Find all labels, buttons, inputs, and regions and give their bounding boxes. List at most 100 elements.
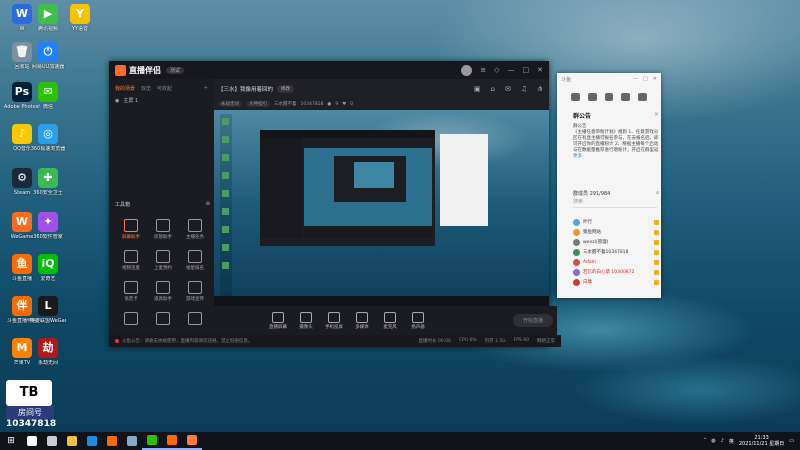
menu-icon[interactable]: ≡ [480,66,486,74]
member-search-icon[interactable]: ⌕ [656,190,659,197]
member-row[interactable]: Adam [573,257,659,267]
close-icon[interactable]: ✕ [537,66,543,74]
control-button[interactable]: 多媒体 [348,311,376,330]
start-button[interactable]: ⊞ [0,436,22,446]
maximize-icon[interactable]: □ [523,66,530,74]
scene-item[interactable]: ◉ 主屏 1 [109,94,214,107]
desktop-shortcut[interactable]: L 英雄联盟WeGame版 [30,296,66,324]
taskbar-wechat-button[interactable] [142,432,162,450]
toolbox-item[interactable]: 语音卡 [115,281,147,302]
share-icon[interactable]: ⋔ [537,85,543,93]
control-button[interactable]: 麦克风 [376,311,404,330]
desktop-shortcut[interactable]: ▶ 腾讯视频 [30,4,66,32]
minimize-icon[interactable]: — [508,66,515,74]
video-icon[interactable] [587,93,597,101]
toolbox-item[interactable]: 道具助手 [147,281,179,302]
control-button[interactable]: 摄像头 [292,311,320,330]
main-pane: 【三水】我像用着回的 修改 ▣ ⌂ ✉ ♫ ⋔ 永劫无间 大神指引 三水醒不着 … [214,79,557,335]
toolbox-item[interactable] [179,312,211,327]
status-text: 斗鱼公告：请收支依规使用，直播内容请勿违规，禁止低俗信息。 [122,339,253,344]
room-category[interactable]: 永劫无间 [218,101,242,107]
member-search-input[interactable]: 搜索 [573,198,657,208]
member-row[interactable]: 叶行 [573,217,659,227]
panel-close-icon[interactable]: ✕ [654,111,659,120]
stream-preview[interactable] [214,110,549,306]
taskbar-search-button[interactable] [22,432,42,450]
toolbox-item[interactable]: 上麦预约 [147,250,179,271]
go-live-button[interactable]: 开始直播 [512,314,553,327]
chat-close-icon[interactable]: ✕ [653,76,657,82]
control-icon [300,311,312,323]
control-label: 摄像头 [299,324,313,330]
taskbar-edge-button[interactable] [82,432,102,450]
toolbox-item[interactable]: 主播任务 [179,219,211,240]
member-row[interactable]: 若忆的白心草 10300872 [573,267,659,277]
toolbox-item[interactable]: 房管助手 [147,219,179,240]
taskbar-explorer-button[interactable] [62,432,82,450]
naraka-icon: 劫 [38,338,58,358]
desktop-shortcut[interactable]: iQ 爱奇艺 [30,254,66,282]
add-member-icon[interactable] [621,93,631,101]
status-stat: 内存 1.5G [484,339,506,344]
notice-more-link[interactable]: 更多 [573,154,582,159]
chat-maximize-icon[interactable]: □ [643,76,648,82]
version-badge[interactable]: 测试 [166,66,185,74]
screen-share-icon[interactable] [604,93,614,101]
network-icon[interactable]: ◍ [711,438,715,444]
desktop-shortcut[interactable]: ⏻ 网易UU加速器 [30,42,66,70]
tab-my-scenes[interactable]: 我的场景 [115,85,135,92]
desktop-shortcut[interactable]: ✚ 360安全卫士 [30,168,66,196]
toolbox-item[interactable]: 视频连麦 [115,250,147,271]
control-button[interactable]: 直播屏幕 [264,311,292,330]
taskbar-douyu-button[interactable] [162,432,182,450]
desktop-shortcut[interactable]: ◎ 360极速浏览器 [30,124,66,152]
taskbar-douyu-companion-button[interactable] [182,432,202,450]
desktop-shortcut-label: 360安全卫士 [33,190,63,196]
taskbar-steam-button[interactable] [122,432,142,450]
phone-icon[interactable] [571,93,580,101]
control-button[interactable]: 手机投屏 [320,311,348,330]
taskbar-task-view-button[interactable] [42,432,62,450]
tab-double[interactable]: 双击 [141,85,151,92]
clock[interactable]: 21:33 2021/11/21 星期日 [739,435,784,447]
toolbox-item[interactable]: 游戏宣传 [179,281,211,302]
tool-label: 道具助手 [154,297,172,302]
status-stat: 网络正常 [537,339,555,344]
language-indicator[interactable]: 英 [729,438,734,445]
member-row[interactable]: wenzi(管理) [573,237,659,247]
control-button[interactable]: 扬声器 [404,311,432,330]
toolbox-item[interactable]: 屏幕助手 [115,219,147,240]
eye-icon[interactable]: ◉ [115,98,119,104]
mango-tv-icon: M [12,338,32,358]
toolbox-settings-icon[interactable]: ⊖ [206,201,210,208]
member-name: 三水醒不着10347818 [583,250,629,255]
desktop-shortcut[interactable]: 劫永劫无间 [30,338,66,366]
skin-icon[interactable]: ◇ [494,66,499,74]
mail-icon[interactable]: ✉ [505,85,511,93]
gift-icon[interactable]: ▣ [474,85,481,93]
add-scene-icon[interactable]: + [204,85,208,92]
tool-icon [124,250,138,263]
tab-collapse[interactable]: 可收起 [157,85,172,92]
toolbox-item[interactable] [147,312,179,327]
likes-icon: ♥ [342,101,347,107]
tray-up-icon[interactable]: ˄ [704,438,707,444]
room-tag[interactable]: 大神指引 [246,101,270,107]
lock-icon[interactable]: ⌂ [491,85,495,93]
bell-icon[interactable]: ♫ [521,85,527,93]
member-row[interactable]: 白摩 [573,277,659,287]
desktop-shortcut[interactable]: Y YY语音 [62,4,98,32]
desktop-shortcut[interactable]: ✦ 360软件管家 [30,212,66,240]
user-avatar[interactable] [461,64,473,76]
toolbox-item[interactable]: 福星排名 [179,250,211,271]
edit-title-button[interactable]: 修改 [277,85,295,93]
member-row[interactable]: 三水醒不着10347818 [573,247,659,257]
notification-icon[interactable]: ▭ [789,438,794,444]
taskbar-browser-g-button[interactable] [102,432,122,450]
toolbox-item[interactable] [115,312,147,327]
member-row[interactable]: 猿鱼网站 [573,227,659,237]
volume-icon[interactable]: ♪ [721,438,724,444]
chat-minimize-icon[interactable]: — [633,76,638,82]
more-icon[interactable] [638,93,647,101]
desktop-shortcut[interactable]: ✉ 微信 [30,82,66,110]
